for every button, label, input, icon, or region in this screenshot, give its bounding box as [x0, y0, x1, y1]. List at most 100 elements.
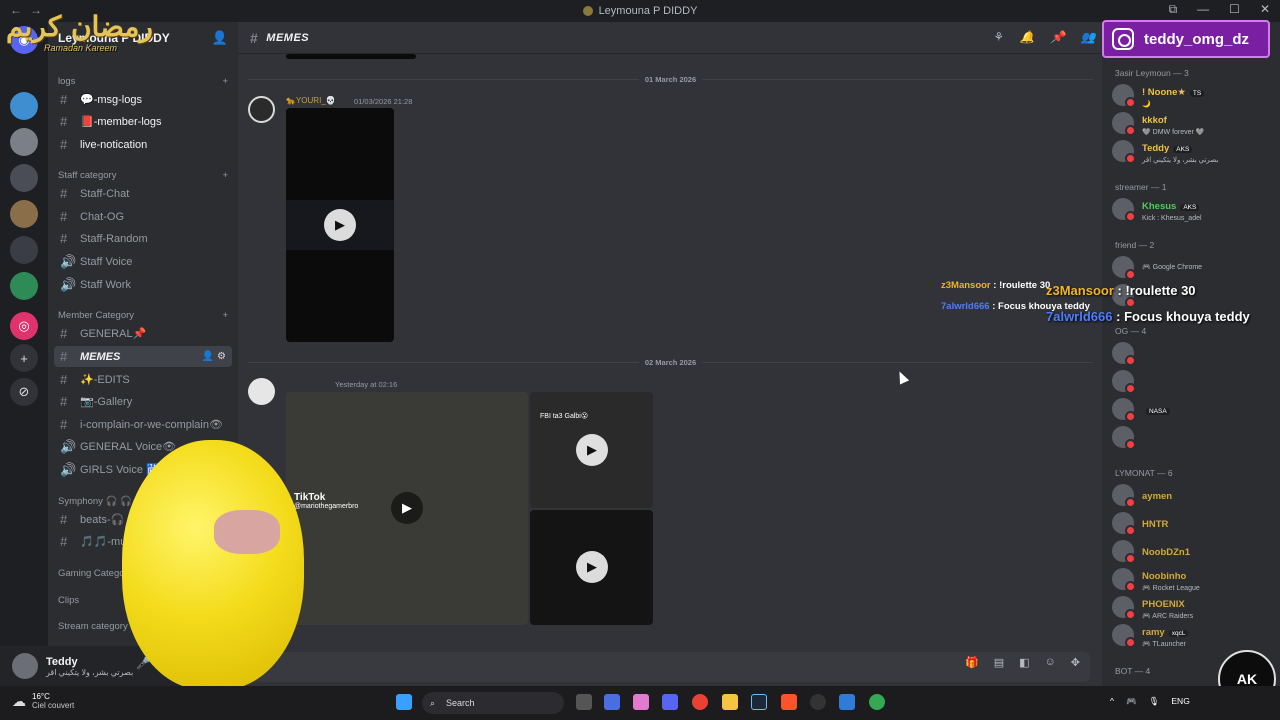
- server-icon-2[interactable]: [10, 128, 38, 156]
- apps-icon[interactable]: ✥: [1071, 656, 1080, 669]
- server-icon-6[interactable]: [10, 272, 38, 300]
- play-icon[interactable]: ▶: [576, 551, 608, 583]
- channel-member-logs[interactable]: # 📕-member-logs: [54, 111, 232, 132]
- add-member-icon[interactable]: 👤: [212, 30, 228, 46]
- discover-icon[interactable]: ⊘: [10, 378, 38, 406]
- member-item[interactable]: ramy xqcL 🎮 TLauncher: [1112, 622, 1276, 648]
- add-channel-icon[interactable]: +: [222, 310, 228, 321]
- video-attachment[interactable]: TikTok @mariothegamerbro ▶: [286, 392, 528, 625]
- play-icon[interactable]: ▶: [576, 434, 608, 466]
- controller-icon[interactable]: 🎮: [1126, 696, 1137, 707]
- avatar: [1112, 512, 1136, 536]
- member-item[interactable]: ! Noone★ TS 🌙: [1112, 82, 1276, 108]
- obs-icon[interactable]: [810, 694, 826, 710]
- message-timestamp: Yesterday at 02:16: [335, 380, 398, 389]
- ramadan-decoration: رمضان كريم Ramadan Kareem: [6, 10, 166, 100]
- category-staff[interactable]: Staff category +: [58, 170, 228, 181]
- camera-icon[interactable]: ◎: [10, 312, 38, 340]
- member-item[interactable]: Noobinho 🎮 Rocket League: [1112, 566, 1276, 592]
- video-attachment[interactable]: ▶: [286, 108, 394, 342]
- instagram-handle: teddy_omg_dz: [1144, 30, 1250, 48]
- channel-gallery[interactable]: # 📷-Gallery: [54, 391, 232, 412]
- message-composer: + 🎁 ▤ ◧ ☺ ✥: [238, 646, 1102, 686]
- server-icon-5[interactable]: [10, 236, 38, 264]
- play-icon[interactable]: ▶: [391, 492, 423, 524]
- sticker-icon[interactable]: ◧: [1019, 656, 1029, 669]
- avatar[interactable]: [12, 653, 38, 679]
- add-channel-icon[interactable]: +: [222, 170, 228, 181]
- brave-icon[interactable]: [781, 694, 797, 710]
- avatar[interactable]: [248, 96, 275, 123]
- channel-title: MEMES: [266, 31, 310, 44]
- server-icon-3[interactable]: [10, 164, 38, 192]
- chrome-profile-icon[interactable]: [869, 694, 885, 710]
- channel-staff-work[interactable]: 🔊 Staff Work: [54, 274, 232, 295]
- server-tag-badge: TS: [1189, 89, 1205, 97]
- category-member[interactable]: Member Category +: [58, 310, 228, 321]
- member-item[interactable]: [1112, 424, 1276, 450]
- member-list-icon[interactable]: 👥: [1081, 30, 1096, 44]
- channel-live-notication[interactable]: # live-notication: [54, 134, 232, 155]
- play-icon[interactable]: ▶: [324, 209, 356, 241]
- steam-icon[interactable]: [751, 694, 767, 710]
- channel-edits[interactable]: # ✨-EDITS: [54, 369, 232, 390]
- previous-attachment[interactable]: [286, 54, 416, 59]
- member-item[interactable]: NoobDZn1: [1112, 538, 1276, 564]
- bell-icon[interactable]: 🔔: [1020, 30, 1035, 44]
- member-name: kkkof: [1142, 114, 1167, 126]
- date-divider: 01 March 2026: [248, 73, 1093, 85]
- channel-staff-random[interactable]: # Staff-Random: [54, 228, 232, 249]
- gif-icon[interactable]: ▤: [994, 656, 1004, 669]
- member-item[interactable]: HNTR: [1112, 510, 1276, 536]
- threads-icon[interactable]: ⚘: [993, 30, 1004, 44]
- member-item[interactable]: NASA: [1112, 396, 1276, 422]
- member-item[interactable]: [1112, 340, 1276, 366]
- task-view-icon[interactable]: [576, 694, 592, 710]
- copilot-icon[interactable]: [633, 694, 649, 710]
- widgets-icon[interactable]: [604, 694, 620, 710]
- taskbar-search[interactable]: ⌕ Search: [422, 692, 564, 714]
- channel-staff-voice[interactable]: 🔊 Staff Voice: [54, 251, 232, 272]
- gift-icon[interactable]: 🎁: [965, 656, 979, 669]
- discord-app-icon[interactable]: [662, 694, 678, 710]
- member-item[interactable]: 🎮 Google Chrome: [1112, 254, 1276, 280]
- channel-memes[interactable]: # MEMES 👤 ⚙: [54, 346, 232, 367]
- channel-chat-og[interactable]: # Chat-OG: [54, 206, 232, 227]
- avatar[interactable]: [248, 378, 275, 405]
- add-server-icon[interactable]: +: [10, 344, 38, 372]
- video-attachment[interactable]: ▶: [530, 510, 653, 625]
- server-icon-4[interactable]: [10, 200, 38, 228]
- channel-settings-icon[interactable]: 👤 ⚙: [202, 351, 226, 362]
- chevron-up-icon[interactable]: ^: [1110, 696, 1114, 707]
- video-attachment[interactable]: FBI ta3 Galbi😮 ▶: [530, 392, 653, 508]
- windows-start-icon[interactable]: [396, 694, 412, 710]
- avatar: [1112, 484, 1136, 508]
- system-tray[interactable]: ^ 🎮 🎙 ENG: [1110, 696, 1190, 707]
- language-indicator[interactable]: ENG: [1171, 696, 1189, 707]
- pin-icon[interactable]: 📌: [1050, 30, 1065, 44]
- member-item[interactable]: kkkof 🩶 DMW forever 🩶: [1112, 110, 1276, 136]
- member-group-header: OG — 4: [1115, 326, 1147, 336]
- channel-complain[interactable]: # i-complain-or-we-complain👁: [54, 414, 232, 435]
- add-channel-icon[interactable]: +: [222, 76, 228, 87]
- emoji-icon[interactable]: ☺: [1045, 656, 1056, 669]
- microphone-icon[interactable]: 🎙: [1149, 696, 1160, 707]
- member-item[interactable]: aymen: [1112, 482, 1276, 508]
- maximize-button[interactable]: ☐: [1229, 2, 1240, 17]
- file-explorer-icon[interactable]: [722, 694, 738, 710]
- channel-general[interactable]: # GENERAL📌: [54, 323, 232, 344]
- member-item[interactable]: PHOENIX 🎮 ARC Raiders: [1112, 594, 1276, 620]
- close-button[interactable]: ✕: [1260, 2, 1270, 17]
- minimize-button[interactable]: —: [1197, 2, 1209, 17]
- member-item[interactable]: Teddy AKS بصرتي بشر، ولا يتكيني اقر: [1112, 138, 1276, 164]
- message-author[interactable]: 🐆YOURI_💀: [286, 96, 336, 105]
- hash-icon: #: [250, 29, 259, 46]
- store-icon[interactable]: [839, 694, 855, 710]
- weather-widget[interactable]: ☁ 16°C Ciel couvert: [12, 692, 74, 710]
- member-item[interactable]: Khesus AKS Kick : Khesus_adel: [1112, 196, 1276, 222]
- member-item[interactable]: [1112, 368, 1276, 394]
- chrome-icon[interactable]: [692, 694, 708, 710]
- speaker-icon: 🔊: [60, 461, 77, 477]
- channel-staff-chat[interactable]: # Staff-Chat: [54, 183, 232, 204]
- inbox-icon[interactable]: ⧉: [1169, 2, 1178, 17]
